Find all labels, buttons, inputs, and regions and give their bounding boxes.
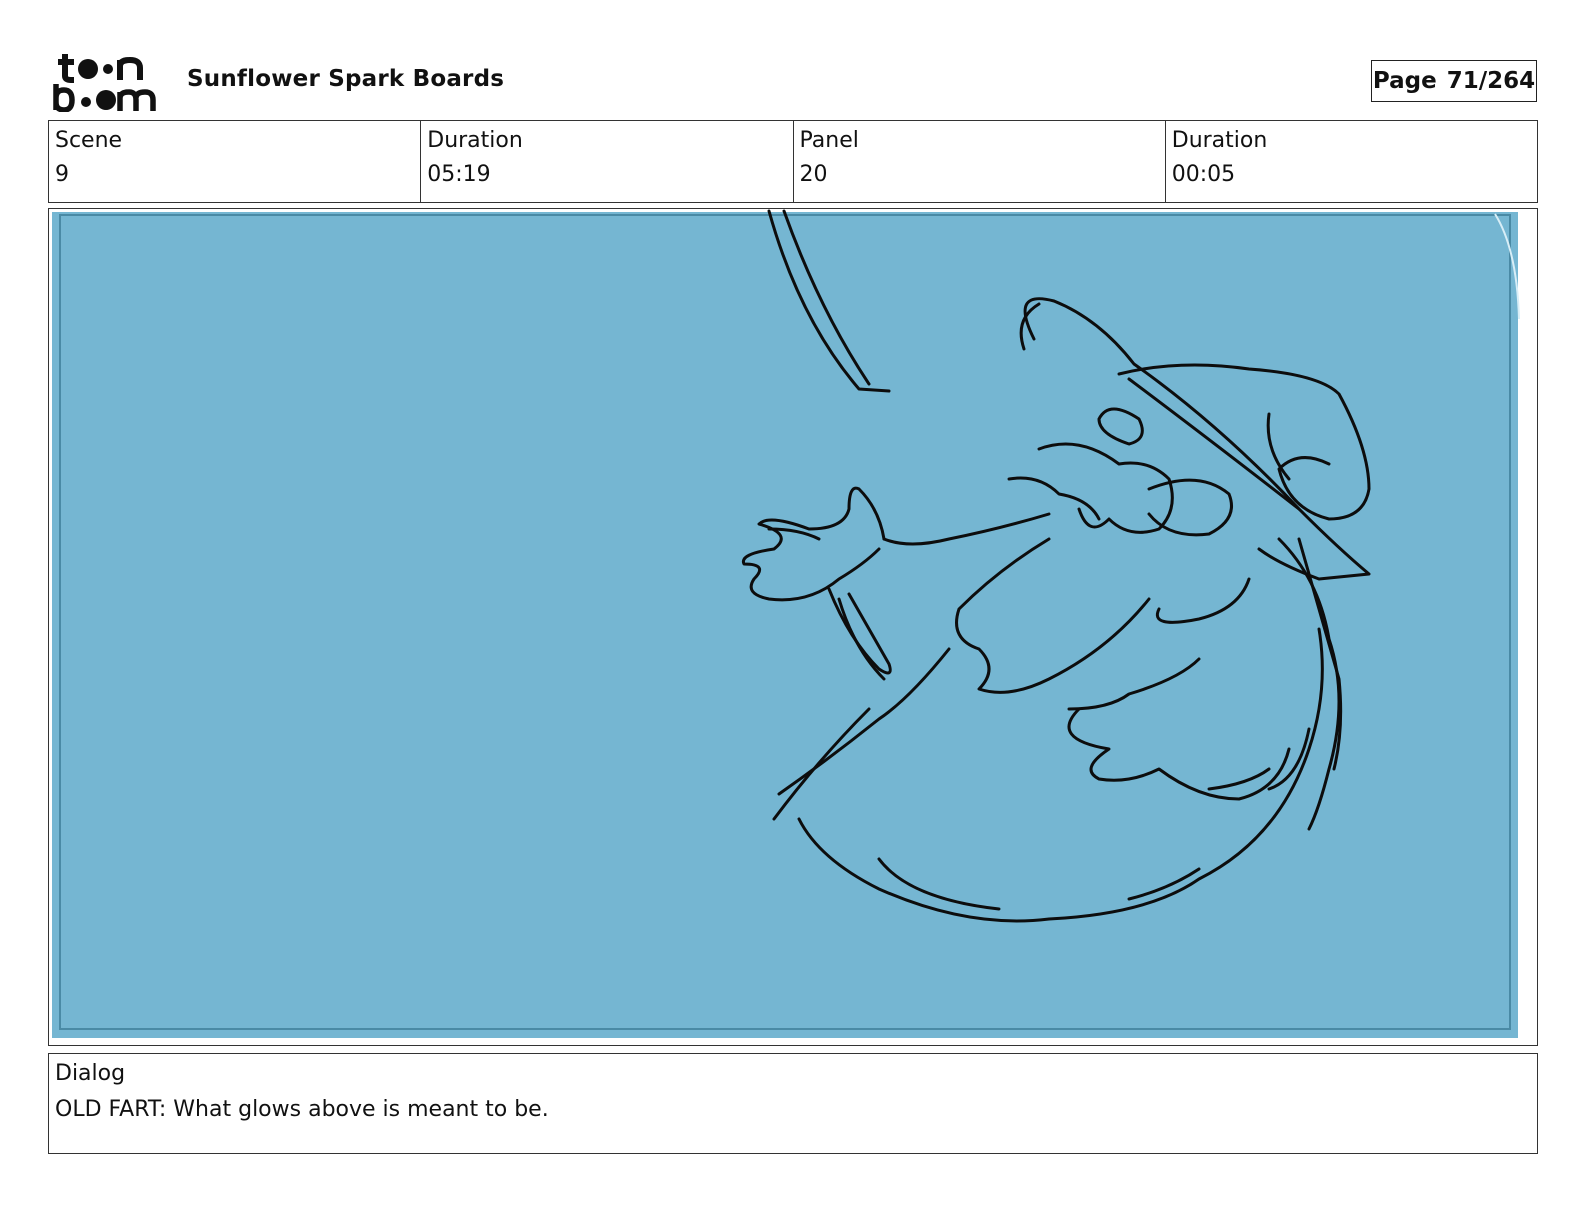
scene-label: Scene <box>55 128 123 153</box>
dialog-label: Dialog <box>55 1061 126 1086</box>
panel-duration-value: 00:05 <box>1171 162 1236 187</box>
scene-value: 9 <box>55 162 69 187</box>
scene-duration-value: 05:19 <box>427 162 491 187</box>
panel-sketch <box>52 209 1520 1038</box>
panel-cell: Panel 20 <box>792 121 1165 202</box>
toon-boom-logo <box>52 50 164 113</box>
dialog-text: OLD FART: What glows above is meant to b… <box>55 1097 549 1122</box>
page-label: Page <box>1372 68 1437 94</box>
panel-background <box>52 212 1518 1038</box>
page-number: 71/264 <box>1446 68 1536 94</box>
scene-cell: Scene 9 <box>49 121 420 202</box>
panel-value: 20 <box>799 162 828 187</box>
scene-duration-label: Duration <box>427 128 523 153</box>
panel-info-table: Scene 9 Duration 05:19 Panel 20 Duration… <box>48 120 1538 203</box>
panel-duration-cell: Duration 00:05 <box>1164 121 1537 202</box>
page-indicator: Page 71/264 <box>1371 60 1537 102</box>
panel-duration-label: Duration <box>1171 128 1268 153</box>
storyboard-panel <box>48 208 1538 1046</box>
dialog-box: Dialog OLD FART: What glows above is mea… <box>48 1053 1538 1154</box>
scene-duration-cell: Duration 05:19 <box>420 121 792 202</box>
project-title: Sunflower Spark Boards <box>187 66 505 92</box>
panel-label: Panel <box>799 128 859 153</box>
